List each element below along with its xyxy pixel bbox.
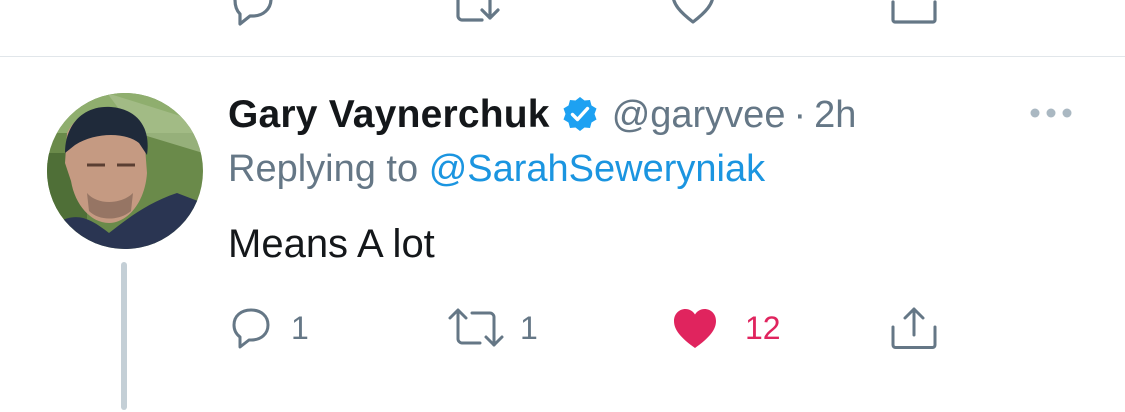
share-button[interactable] (888, 303, 940, 353)
replying-to: Replying to @SarahSeweryniak (228, 148, 765, 191)
retweet-count: 1 (520, 309, 538, 346)
reply-count: 1 (291, 309, 309, 346)
tweet-screen: Gary Vaynerchuk @garyvee · 2h Replying t… (0, 0, 1125, 412)
handle[interactable]: @garyvee (612, 94, 786, 137)
share-icon (891, 307, 937, 349)
tweet-divider (0, 56, 1125, 57)
retweet-button[interactable]: 1 (446, 303, 538, 353)
like-icon[interactable] (668, 0, 718, 28)
heart-filled-icon (674, 309, 716, 348)
like-button[interactable]: 12 (671, 303, 781, 353)
share-icon[interactable] (888, 0, 940, 28)
more-horizontal-icon[interactable] (1028, 104, 1074, 122)
thread-line (121, 262, 127, 410)
previous-tweet-actions (0, 0, 1125, 32)
like-count: 12 (745, 309, 781, 346)
tweet-text: Means A lot (228, 222, 435, 266)
reply-icon[interactable] (228, 0, 278, 28)
reply-icon (232, 308, 270, 349)
separator-dot: · (793, 93, 807, 136)
replying-prefix: Replying to (228, 148, 419, 190)
reply-button[interactable]: 1 (229, 303, 309, 353)
timestamp[interactable]: 2h (814, 94, 856, 137)
display-name[interactable]: Gary Vaynerchuk (228, 93, 550, 137)
verified-badge-icon (560, 95, 600, 135)
avatar[interactable] (47, 93, 203, 249)
retweet-icon[interactable] (450, 0, 510, 28)
retweet-icon (448, 308, 504, 347)
replying-to-mention[interactable]: @SarahSeweryniak (429, 148, 765, 190)
tweet-header: Gary Vaynerchuk @garyvee · 2h (228, 90, 856, 140)
